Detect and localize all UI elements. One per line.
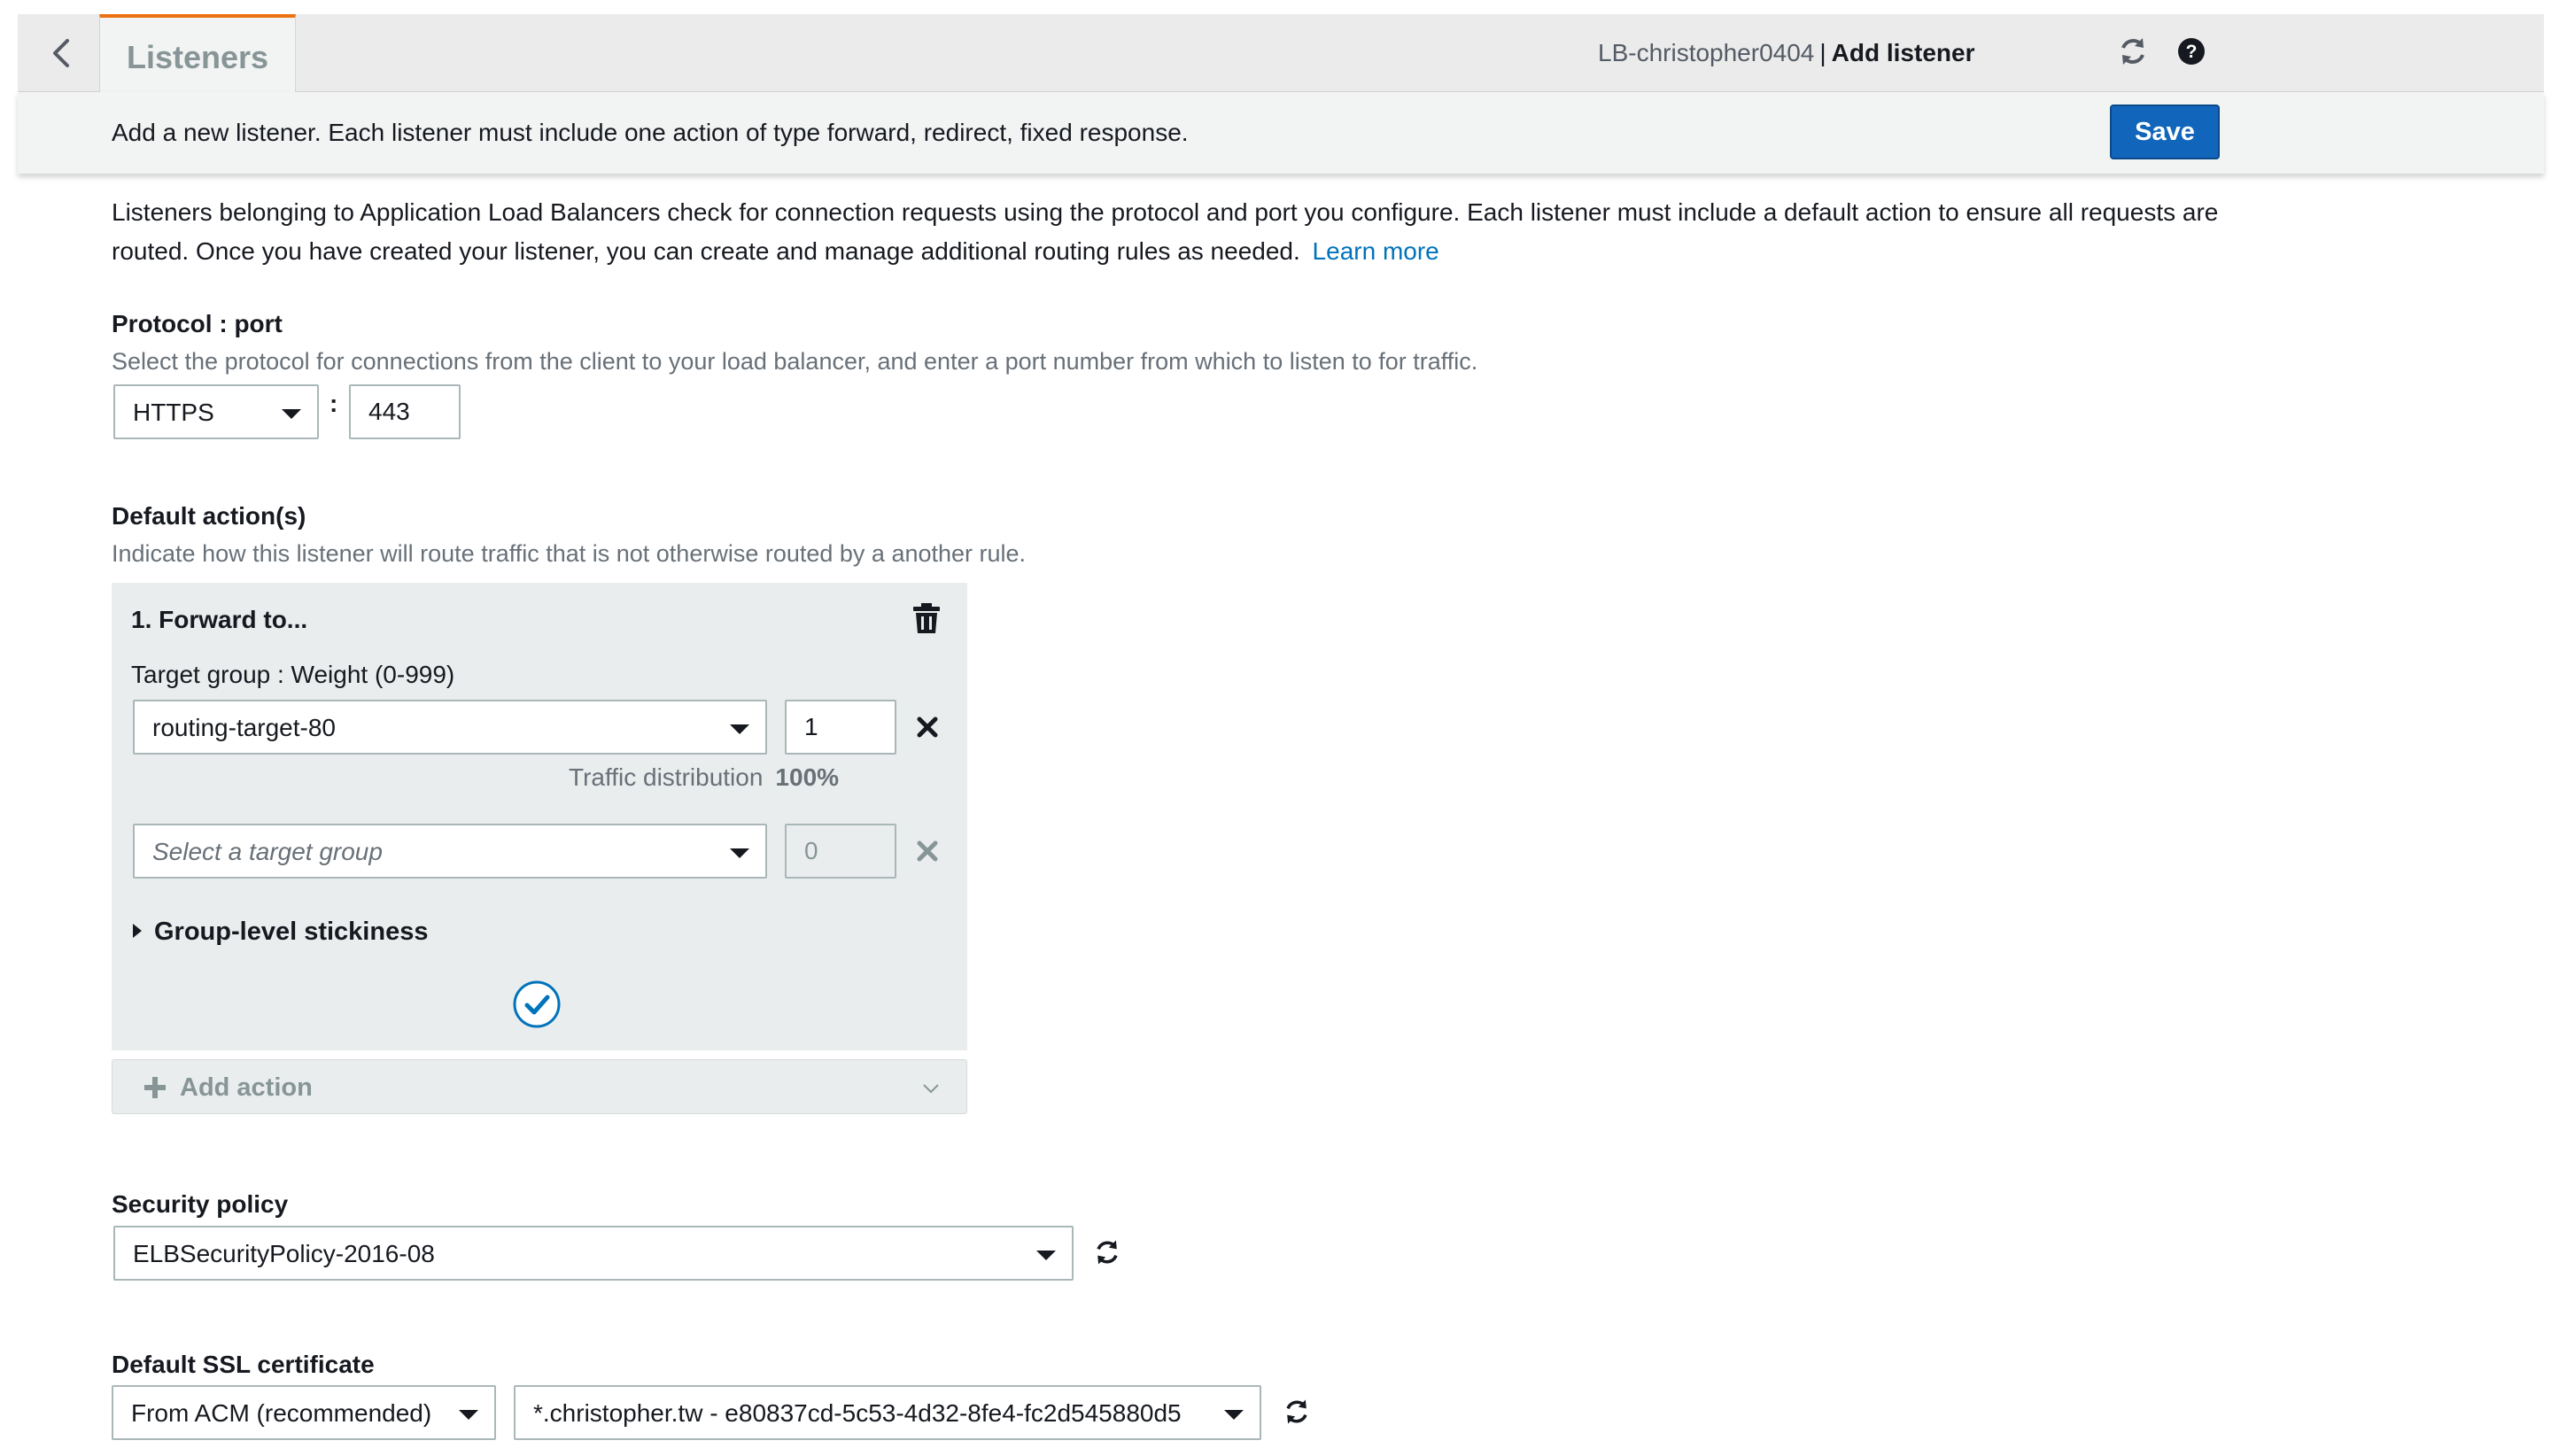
target-group-label: Target group : Weight (0-999) <box>131 661 455 688</box>
remove-target-group-1-button[interactable] <box>914 714 941 740</box>
caret-down-icon <box>1036 1251 1056 1260</box>
security-policy-select[interactable]: ELBSecurityPolicy-2016-08 <box>113 1226 1074 1281</box>
breadcrumb: LB-christopher0404 | Add listener <box>1598 39 1974 67</box>
security-policy-title: Security policy <box>112 1190 289 1218</box>
chevron-down-icon <box>923 1084 939 1094</box>
target-group-value: routing-target-80 <box>152 714 337 741</box>
back-button[interactable] <box>43 34 81 73</box>
weight-input-1[interactable] <box>785 700 896 755</box>
group-stickiness-toggle[interactable]: Group-level stickiness <box>133 918 428 947</box>
close-icon <box>917 716 938 738</box>
remove-target-group-2-button[interactable] <box>914 838 941 864</box>
traffic-value: 100% <box>775 763 840 791</box>
protocol-value: HTTPS <box>133 399 214 426</box>
refresh-icon <box>1097 1240 1118 1265</box>
confirm-action-button[interactable] <box>512 980 562 1029</box>
intro-paragraph: Listeners belonging to Application Load … <box>112 198 2219 265</box>
security-policy-refresh-button[interactable] <box>1091 1236 1123 1268</box>
add-action-label: Add action <box>180 1073 313 1102</box>
certificate-source-select[interactable]: From ACM (recommended) <box>112 1385 496 1440</box>
port-input[interactable] <box>349 384 461 439</box>
check-circle-icon <box>513 980 561 1028</box>
protocol-port-separator: : <box>330 390 338 417</box>
traffic-distribution: Traffic distribution 100% <box>569 763 839 792</box>
plus-icon <box>144 1077 166 1098</box>
add-action-button[interactable]: Add action <box>112 1059 967 1114</box>
caret-down-icon <box>730 724 749 734</box>
security-policy-value: ELBSecurityPolicy-2016-08 <box>133 1240 435 1267</box>
ssl-certificate-title: Default SSL certificate <box>112 1351 375 1378</box>
save-button[interactable]: Save <box>2110 105 2220 159</box>
refresh-icon <box>1286 1399 1307 1424</box>
breadcrumb-lb-name: LB-christopher0404 <box>1598 39 1815 66</box>
refresh-icon <box>2121 38 2144 65</box>
close-icon <box>917 840 938 862</box>
target-group-select-2[interactable]: Select a target group <box>133 824 767 879</box>
traffic-label: Traffic distribution <box>569 763 764 791</box>
svg-text:?: ? <box>2186 42 2198 62</box>
protocol-title: Protocol : port <box>112 310 283 337</box>
help-icon: ? <box>2178 38 2205 65</box>
certificate-source-value: From ACM (recommended) <box>131 1399 432 1427</box>
subheader-bar: Add a new listener. Each listener must i… <box>18 92 2544 174</box>
certificate-value: *.christopher.tw - e80837cd-5c53-4d32-8f… <box>533 1399 1182 1427</box>
learn-more-link[interactable]: Learn more <box>1313 237 1439 265</box>
caret-down-icon <box>282 409 301 419</box>
breadcrumb-separator: | <box>1819 39 1826 66</box>
protocol-description: Select the protocol for connections from… <box>112 348 1478 375</box>
trash-icon <box>913 603 940 633</box>
protocol-select[interactable]: HTTPS <box>113 384 319 439</box>
forward-action-panel: 1. Forward to... Target group : Weight (… <box>112 583 967 1050</box>
delete-action-button[interactable] <box>911 600 942 636</box>
intro-text: Listeners belonging to Application Load … <box>112 193 2237 271</box>
action-title: 1. Forward to... <box>131 606 308 633</box>
target-group-placeholder: Select a target group <box>152 838 383 865</box>
certificate-select[interactable]: *.christopher.tw - e80837cd-5c53-4d32-8f… <box>514 1385 1261 1440</box>
breadcrumb-page: Add listener <box>1831 39 1975 66</box>
target-group-select-1[interactable]: routing-target-80 <box>133 700 767 755</box>
caret-down-icon <box>459 1410 478 1420</box>
subheader-message: Add a new listener. Each listener must i… <box>112 119 1189 146</box>
header-bar: Listeners LB-christopher0404 | Add listene… <box>18 14 2544 94</box>
default-actions-description: Indicate how this listener will route tr… <box>112 540 1027 567</box>
chevron-left-icon <box>53 39 69 67</box>
tab-listeners[interactable]: Listeners <box>99 14 296 94</box>
header-refresh-button[interactable] <box>2115 34 2151 69</box>
tab-label: Listeners <box>127 39 269 75</box>
certificate-refresh-button[interactable] <box>1281 1396 1313 1428</box>
caret-down-icon <box>730 848 749 858</box>
weight-input-2[interactable] <box>785 824 896 879</box>
caret-down-icon <box>1224 1410 1244 1420</box>
caret-right-icon <box>133 924 142 938</box>
help-button[interactable]: ? <box>2174 34 2209 69</box>
default-actions-title: Default action(s) <box>112 502 306 530</box>
stickiness-label: Group-level stickiness <box>154 918 429 946</box>
